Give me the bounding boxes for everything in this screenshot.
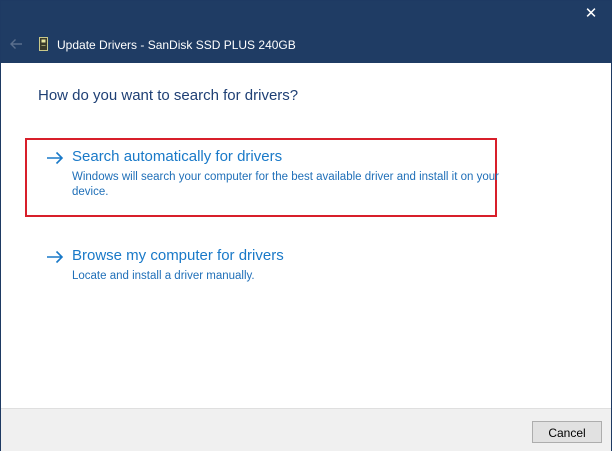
title-bar: ✕ Update Drivers - SanDisk SSD PLUS 240G… <box>1 1 611 63</box>
arrow-right-icon <box>47 250 64 264</box>
option-description: Windows will search your computer for th… <box>72 171 499 198</box>
back-arrow-icon <box>10 39 22 49</box>
arrow-right-icon <box>47 151 64 165</box>
update-drivers-window: ✕ Update Drivers - SanDisk SSD PLUS 240G… <box>0 0 612 451</box>
page-heading: How do you want to search for drivers? <box>38 87 299 104</box>
content-area: How do you want to search for drivers? S… <box>1 63 611 408</box>
browse-computer-option[interactable]: Browse my computer for drivers Locate an… <box>25 237 497 291</box>
search-automatically-option[interactable]: Search automatically for drivers Windows… <box>25 138 499 217</box>
option-title: Browse my computer for drivers <box>72 247 284 264</box>
option-title: Search automatically for drivers <box>72 148 283 165</box>
close-icon: ✕ <box>584 5 598 22</box>
drive-icon <box>39 37 48 51</box>
close-button[interactable]: ✕ <box>577 3 605 25</box>
back-button[interactable] <box>7 35 25 53</box>
dialog-footer: Cancel <box>1 408 611 451</box>
cancel-button[interactable]: Cancel <box>532 421 602 443</box>
window-title: Update Drivers - SanDisk SSD PLUS 240GB <box>57 38 296 52</box>
option-description: Locate and install a driver manually. <box>72 270 255 282</box>
